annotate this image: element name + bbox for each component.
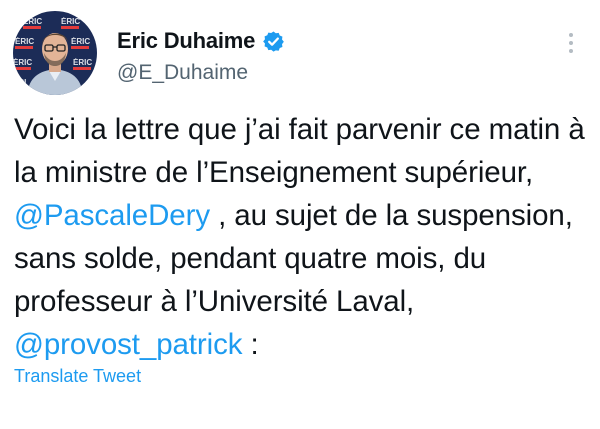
svg-text:ÉRIC: ÉRIC	[23, 17, 42, 26]
mention-link[interactable]: @provost_patrick	[14, 328, 242, 361]
profile-photo: ÉRIC ÉRIC ÉRIC ÉRIC ÉRIC ÉRIC ÉRI	[13, 11, 97, 95]
svg-text:ÉRI: ÉRI	[13, 78, 26, 87]
svg-text:ÉRIC: ÉRIC	[61, 17, 80, 26]
svg-text:ÉRIC: ÉRIC	[73, 58, 92, 67]
tweet-card: ÉRIC ÉRIC ÉRIC ÉRIC ÉRIC ÉRIC ÉRI Eric D…	[0, 0, 600, 429]
svg-text:ÉRIC: ÉRIC	[15, 37, 34, 46]
mention-link[interactable]: @PascaleDery	[14, 199, 210, 232]
verified-badge-icon	[262, 30, 285, 53]
tweet-text-segment: Voici la lettre que j’ai fait parvenir c…	[14, 113, 585, 189]
more-vertical-icon[interactable]	[562, 30, 580, 56]
tweet-text-segment: :	[242, 328, 259, 361]
author-name-row: Eric Duhaime	[117, 27, 285, 55]
translate-tweet-link[interactable]: Translate Tweet	[14, 366, 141, 387]
author-handle[interactable]: @E_Duhaime	[117, 61, 248, 85]
svg-text:ÉRIC: ÉRIC	[71, 37, 90, 46]
tweet-text: Voici la lettre que j’ai fait parvenir c…	[14, 108, 594, 366]
avatar[interactable]: ÉRIC ÉRIC ÉRIC ÉRIC ÉRIC ÉRIC ÉRI	[13, 11, 97, 95]
author-name[interactable]: Eric Duhaime	[117, 28, 255, 54]
svg-text:ÉRIC: ÉRIC	[13, 58, 32, 67]
